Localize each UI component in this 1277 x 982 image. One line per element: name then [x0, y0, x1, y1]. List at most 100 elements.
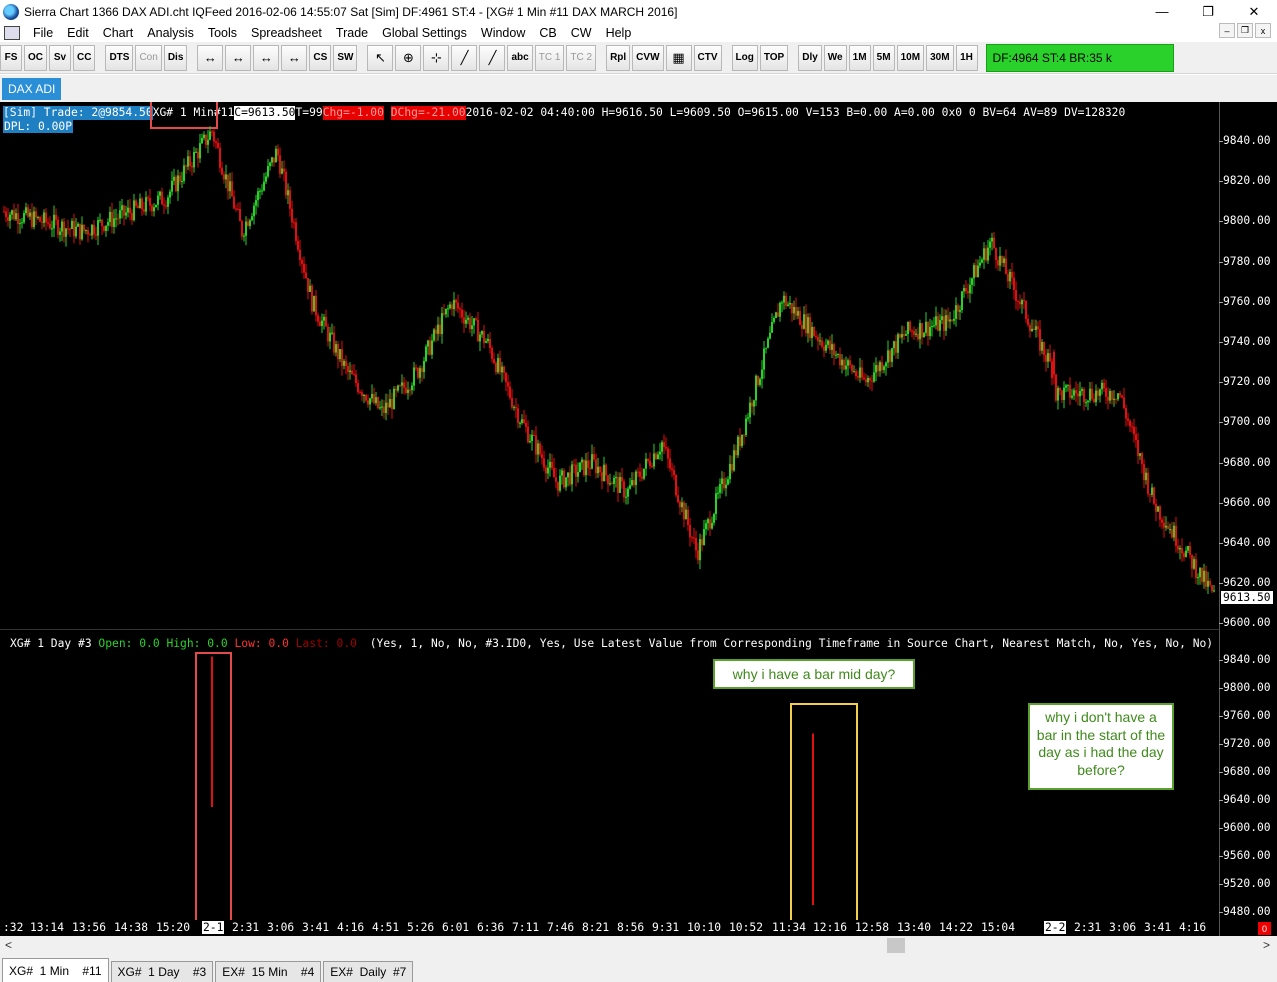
- expand-bars-icon[interactable]: ↔: [197, 44, 224, 71]
- pointer-icon[interactable]: ↖: [367, 44, 394, 71]
- line-tool-icon[interactable]: ╱: [451, 44, 478, 71]
- tc2-button[interactable]: TC 2: [566, 44, 597, 71]
- cvw-button[interactable]: CVW: [632, 44, 664, 71]
- candle-body: [701, 539, 703, 545]
- price-label: 9820.00: [1223, 174, 1271, 188]
- rpl-button[interactable]: Rpl: [606, 44, 631, 71]
- candle-body: [573, 464, 575, 466]
- candle-body: [409, 389, 411, 391]
- candle-body: [649, 460, 651, 467]
- menu-analysis[interactable]: Analysis: [140, 26, 201, 40]
- maximize-button[interactable]: ❐: [1185, 0, 1231, 23]
- 5m-button[interactable]: 5M: [872, 44, 895, 71]
- increase-spacing-icon[interactable]: ↔: [253, 44, 280, 71]
- candle-body: [1167, 525, 1169, 530]
- menu-file[interactable]: File: [26, 26, 60, 40]
- candle-body: [1079, 390, 1081, 397]
- candle-body: [325, 316, 327, 327]
- we-button[interactable]: We: [823, 44, 847, 71]
- document-icon[interactable]: [4, 25, 20, 40]
- compress-bars-icon[interactable]: ↔: [225, 44, 252, 71]
- candle-body: [251, 216, 253, 221]
- sv-button[interactable]: Sv: [49, 44, 71, 71]
- candle-body: [195, 151, 197, 153]
- price-tick: [1219, 912, 1223, 913]
- candle-body: [1077, 393, 1079, 397]
- 10m-button[interactable]: 10M: [896, 44, 925, 71]
- candle-body: [233, 196, 235, 209]
- price-tick: [1219, 462, 1223, 464]
- tc1-button[interactable]: TC 1: [534, 44, 565, 71]
- mdi-restore-button[interactable]: ❐: [1237, 23, 1253, 38]
- candle-body: [223, 174, 225, 180]
- top-button[interactable]: TOP: [759, 44, 789, 71]
- scroll-thumb[interactable]: [887, 938, 905, 953]
- candle-body: [201, 138, 203, 144]
- menu-global-settings[interactable]: Global Settings: [375, 26, 474, 40]
- con-button[interactable]: Con: [135, 44, 162, 71]
- pane-separator[interactable]: [0, 629, 1219, 630]
- 30m-button[interactable]: 30M: [926, 44, 954, 71]
- menu-spreadsheet[interactable]: Spreadsheet: [244, 26, 329, 40]
- candle-body: [987, 247, 989, 261]
- close-button[interactable]: ✕: [1231, 0, 1277, 23]
- text-tool-button[interactable]: abc: [507, 44, 533, 71]
- cc-button[interactable]: CC: [73, 44, 96, 71]
- mdi-close-button[interactable]: x: [1255, 23, 1271, 38]
- tab-xg-1min[interactable]: XG# 1 Min #11: [2, 958, 109, 982]
- menu-window[interactable]: Window: [474, 26, 532, 40]
- tab-ex-15min[interactable]: EX# 15 Min #4: [215, 961, 322, 982]
- alert-indicator[interactable]: 0: [1258, 922, 1271, 935]
- candle-body: [727, 479, 729, 485]
- 1m-button[interactable]: 1M: [848, 44, 871, 71]
- menu-edit[interactable]: Edit: [60, 26, 96, 40]
- menu-chart[interactable]: Chart: [96, 26, 141, 40]
- candle-body: [1015, 290, 1017, 301]
- note-start-day[interactable]: why i don't have a bar in the start of t…: [1028, 703, 1174, 790]
- log-button[interactable]: Log: [731, 44, 758, 71]
- candle-body: [1119, 393, 1121, 396]
- values-tool-icon[interactable]: ⊹: [423, 44, 450, 71]
- menu-cb[interactable]: CB: [532, 26, 563, 40]
- 1h-button[interactable]: 1H: [955, 44, 978, 71]
- dis-button[interactable]: Dis: [163, 44, 188, 71]
- decrease-spacing-icon[interactable]: ↔: [281, 44, 308, 71]
- candle-body: [927, 321, 929, 337]
- price-label: 9740.00: [1223, 335, 1271, 348]
- fs-button[interactable]: FS: [0, 44, 22, 71]
- horizontal-scrollbar[interactable]: < >: [0, 936, 1277, 956]
- menu-tools[interactable]: Tools: [201, 26, 244, 40]
- menu-cw[interactable]: CW: [564, 26, 599, 40]
- chart-area[interactable]: [Sim] Trade: 2@9854.50 XG# 1 Min #11 C=9…: [0, 102, 1277, 936]
- crosshair-icon[interactable]: ⊕: [395, 44, 422, 71]
- ctv-button[interactable]: CTV: [693, 44, 722, 71]
- time-label: 15:04: [981, 921, 1016, 934]
- candle-body: [351, 370, 353, 375]
- tab-ex-daily[interactable]: EX# Daily #7: [323, 961, 414, 982]
- dts-button[interactable]: DTS: [105, 44, 134, 71]
- candle-body: [849, 360, 851, 365]
- candle-body: [261, 190, 263, 192]
- candle-body: [155, 204, 157, 208]
- window-title: Sierra Chart 1366 DAX ADI.cht IQFeed 201…: [24, 4, 678, 19]
- tab-dax-adi[interactable]: DAX ADI: [2, 78, 62, 100]
- mdi-minimize-button[interactable]: –: [1219, 23, 1235, 38]
- tab-xg-1day[interactable]: XG# 1 Day #3: [110, 961, 214, 982]
- note-mid-day[interactable]: why i have a bar mid day?: [713, 659, 915, 689]
- scroll-right-icon[interactable]: >: [1263, 938, 1270, 952]
- candle-body: [1009, 271, 1011, 282]
- cs-button[interactable]: CS: [309, 44, 332, 71]
- ray-tool-icon[interactable]: ╱: [479, 44, 506, 71]
- candle-body: [721, 478, 723, 484]
- minimize-button[interactable]: —: [1139, 0, 1185, 23]
- sw-button[interactable]: SW: [333, 44, 358, 71]
- menu-help[interactable]: Help: [599, 26, 639, 40]
- candle-body: [811, 326, 813, 338]
- scroll-left-icon[interactable]: <: [5, 938, 12, 952]
- dly-button[interactable]: Dly: [798, 44, 822, 71]
- candle-body: [1163, 522, 1165, 528]
- price-tick: [1219, 382, 1223, 384]
- trade-window-icon[interactable]: ▦: [665, 44, 692, 71]
- oc-button[interactable]: OC: [24, 44, 47, 71]
- menu-trade[interactable]: Trade: [329, 26, 375, 40]
